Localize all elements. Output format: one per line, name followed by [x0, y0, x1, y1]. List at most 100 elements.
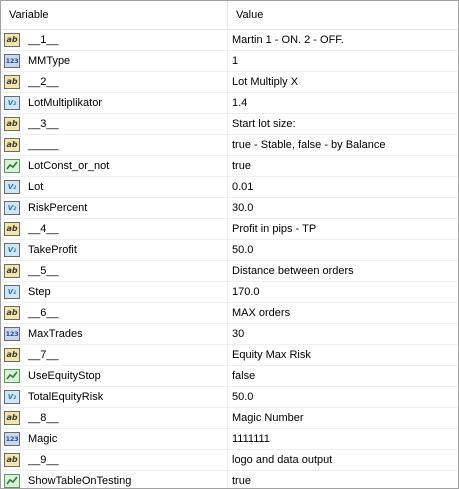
variable-name: __8__	[28, 412, 59, 424]
variable-name: __4__	[28, 223, 59, 235]
variable-cell[interactable]: V₂ Step	[1, 282, 228, 302]
table-row[interactable]: ab _____ true - Stable, false - by Balance	[1, 135, 458, 156]
value-cell[interactable]: Equity Max Risk	[228, 345, 458, 365]
boolean-icon	[4, 159, 20, 173]
value-cell[interactable]: Magic Number	[228, 408, 458, 428]
table-row[interactable]: ab __1__ Martin 1 - ON. 2 - OFF.	[1, 30, 458, 51]
value-cell[interactable]: 50.0	[228, 240, 458, 260]
table-row[interactable]: ab __5__ Distance between orders	[1, 261, 458, 282]
variable-name: TotalEquityRisk	[28, 391, 104, 403]
table-row[interactable]: V₂ RiskPercent 30.0	[1, 198, 458, 219]
variable-name: ShowTableOnTesting	[28, 475, 132, 487]
string-icon: ab	[4, 75, 20, 89]
variable-cell[interactable]: UseEquityStop	[1, 366, 228, 386]
value-cell[interactable]: true	[228, 156, 458, 176]
integer-icon: 123	[4, 327, 20, 341]
value-cell[interactable]: false	[228, 366, 458, 386]
value-cell[interactable]: Distance between orders	[228, 261, 458, 281]
variable-name: TakeProfit	[28, 244, 77, 256]
variable-cell[interactable]: 123 Magic	[1, 429, 228, 449]
table-row[interactable]: ab __4__ Profit in pips - TP	[1, 219, 458, 240]
value-cell[interactable]: 1111111	[228, 429, 458, 449]
double-icon: V₂	[4, 180, 20, 194]
value-cell[interactable]: Martin 1 - ON. 2 - OFF.	[228, 30, 458, 50]
table-row[interactable]: ab __8__ Magic Number	[1, 408, 458, 429]
variable-name: _____	[28, 139, 59, 151]
variable-cell[interactable]: V₂ Lot	[1, 177, 228, 197]
table-row[interactable]: ab __9__ logo and data output	[1, 450, 458, 471]
variable-name: __6__	[28, 307, 59, 319]
table-row[interactable]: V₂ LotMultiplikator 1.4	[1, 93, 458, 114]
variable-name: Step	[28, 286, 51, 298]
variable-cell[interactable]: ab __2__	[1, 72, 228, 92]
variable-cell[interactable]: ShowTableOnTesting	[1, 471, 228, 488]
variable-cell[interactable]: LotConst_or_not	[1, 156, 228, 176]
value-cell[interactable]: 50.0	[228, 387, 458, 407]
column-header-value[interactable]: Value	[228, 1, 458, 29]
variable-cell[interactable]: ab __7__	[1, 345, 228, 365]
value-cell[interactable]: 170.0	[228, 282, 458, 302]
variable-cell[interactable]: ab __8__	[1, 408, 228, 428]
variable-cell[interactable]: ab __5__	[1, 261, 228, 281]
variable-cell[interactable]: ab __9__	[1, 450, 228, 470]
variable-cell[interactable]: V₂ TakeProfit	[1, 240, 228, 260]
value-cell[interactable]: Profit in pips - TP	[228, 219, 458, 239]
variable-cell[interactable]: ab __4__	[1, 219, 228, 239]
table-row[interactable]: V₂ TakeProfit 50.0	[1, 240, 458, 261]
table-row[interactable]: V₂ Step 170.0	[1, 282, 458, 303]
variable-name: __2__	[28, 76, 59, 88]
value-cell[interactable]: 1.4	[228, 93, 458, 113]
string-icon: ab	[4, 348, 20, 362]
value-cell[interactable]: Lot Multiply X	[228, 72, 458, 92]
variable-cell[interactable]: V₂ LotMultiplikator	[1, 93, 228, 113]
variable-name: Lot	[28, 181, 44, 193]
value-cell[interactable]: MAX orders	[228, 303, 458, 323]
value-cell[interactable]: logo and data output	[228, 450, 458, 470]
variable-cell[interactable]: V₂ TotalEquityRisk	[1, 387, 228, 407]
variable-name: __3__	[28, 118, 59, 130]
variable-cell[interactable]: ab __6__	[1, 303, 228, 323]
value-cell[interactable]: true	[228, 471, 458, 488]
table-row[interactable]: ab __7__ Equity Max Risk	[1, 345, 458, 366]
integer-icon: 123	[4, 54, 20, 68]
string-icon: ab	[4, 306, 20, 320]
value-cell[interactable]: 1	[228, 51, 458, 71]
variable-cell[interactable]: 123 MMType	[1, 51, 228, 71]
table-row[interactable]: ab __3__ Start lot size:	[1, 114, 458, 135]
string-icon: ab	[4, 117, 20, 131]
value-cell[interactable]: 30.0	[228, 198, 458, 218]
table-row[interactable]: V₂ Lot 0.01	[1, 177, 458, 198]
table-row[interactable]: ab __6__ MAX orders	[1, 303, 458, 324]
variable-cell[interactable]: V₂ RiskPercent	[1, 198, 228, 218]
string-icon: ab	[4, 264, 20, 278]
table-row[interactable]: 123 MMType 1	[1, 51, 458, 72]
table-row[interactable]: V₂ TotalEquityRisk 50.0	[1, 387, 458, 408]
string-icon: ab	[4, 138, 20, 152]
boolean-icon	[4, 369, 20, 383]
variable-cell[interactable]: ab __1__	[1, 30, 228, 50]
boolean-icon	[4, 474, 20, 488]
variable-name: Magic	[28, 433, 58, 445]
table-row[interactable]: 123 MaxTrades 30	[1, 324, 458, 345]
variable-cell[interactable]: 123 MaxTrades	[1, 324, 228, 344]
value-cell[interactable]: 30	[228, 324, 458, 344]
variable-cell[interactable]: ab _____	[1, 135, 228, 155]
variable-name: LotMultiplikator	[28, 97, 102, 109]
string-icon: ab	[4, 453, 20, 467]
value-cell[interactable]: true - Stable, false - by Balance	[228, 135, 458, 155]
table-row[interactable]: ShowTableOnTesting true	[1, 471, 458, 488]
variable-name: __5__	[28, 265, 59, 277]
table-row[interactable]: LotConst_or_not true	[1, 156, 458, 177]
column-header-variable[interactable]: Variable	[1, 1, 228, 29]
table-body: ab __1__ Martin 1 - ON. 2 - OFF. 123 MMType 1…	[1, 30, 458, 488]
variable-name: MaxTrades	[28, 328, 83, 340]
string-icon: ab	[4, 411, 20, 425]
double-icon: V₂	[4, 243, 20, 257]
table-row[interactable]: 123 Magic 1111111	[1, 429, 458, 450]
table-row[interactable]: UseEquityStop false	[1, 366, 458, 387]
value-cell[interactable]: Start lot size:	[228, 114, 458, 134]
table-row[interactable]: ab __2__ Lot Multiply X	[1, 72, 458, 93]
variable-name: MMType	[28, 55, 71, 67]
variable-cell[interactable]: ab __3__	[1, 114, 228, 134]
value-cell[interactable]: 0.01	[228, 177, 458, 197]
